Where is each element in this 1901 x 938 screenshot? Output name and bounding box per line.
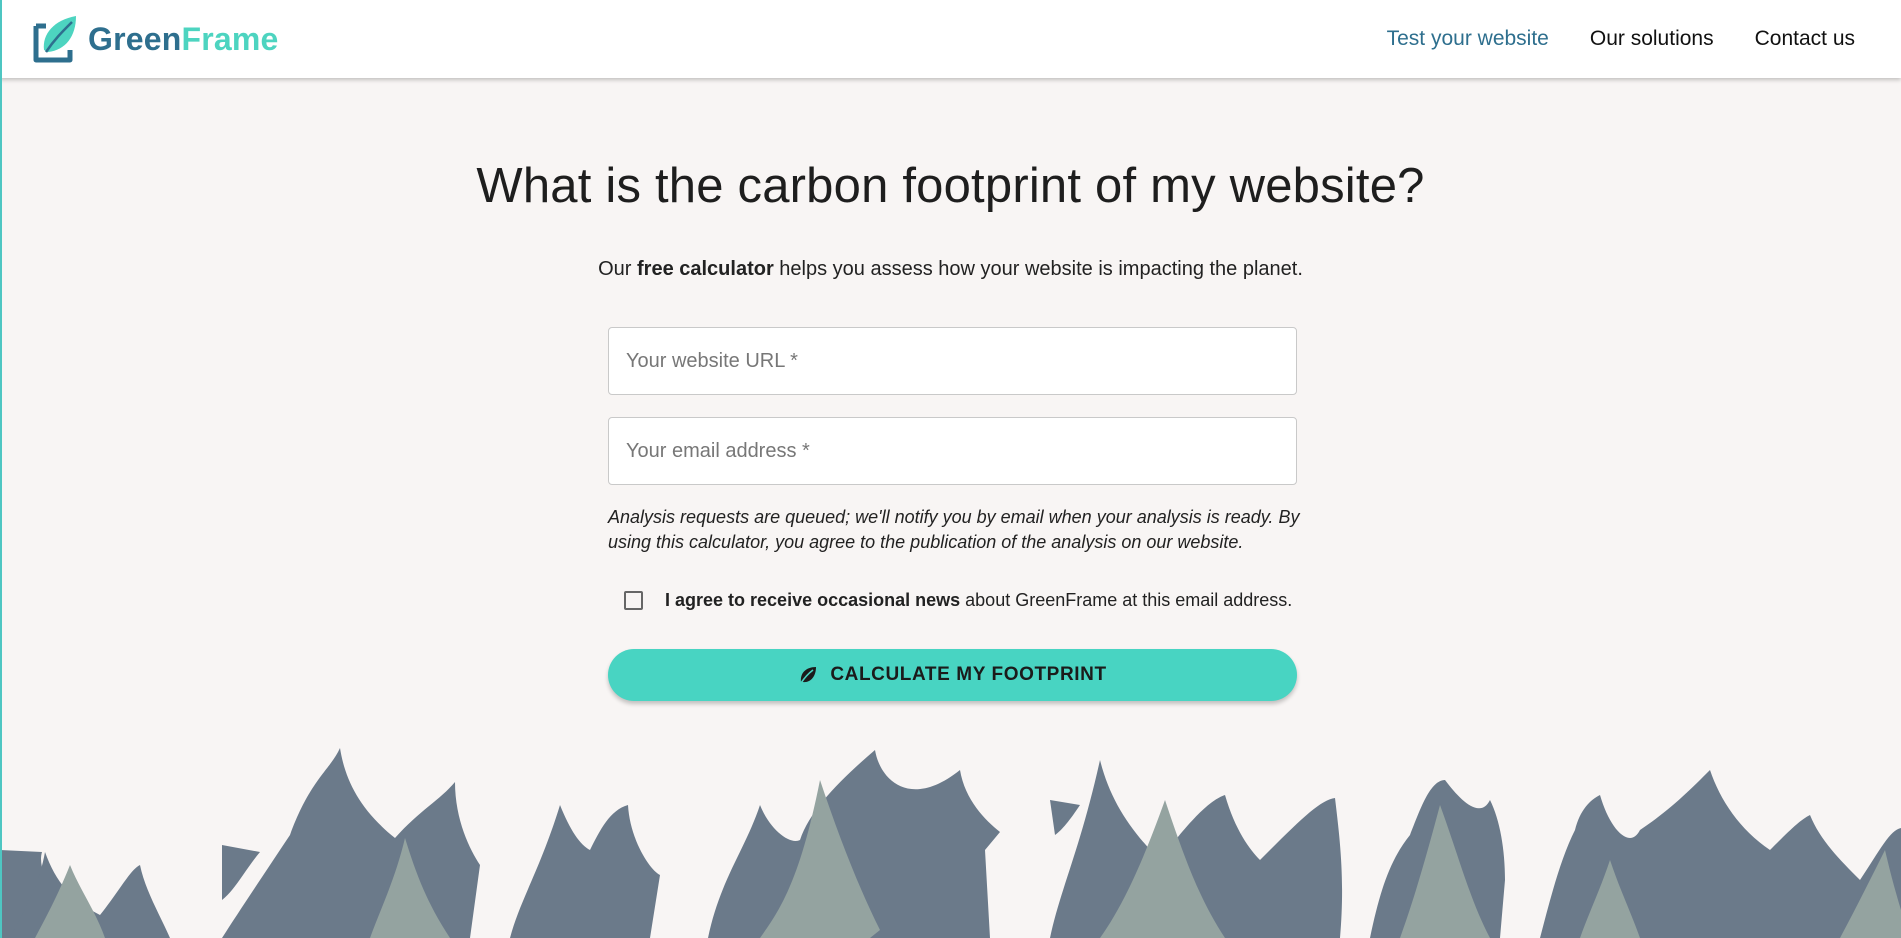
- news-consent-bold: I agree to receive occasional news: [665, 590, 961, 610]
- email-input[interactable]: [609, 418, 1296, 484]
- calculate-footprint-button[interactable]: CALCULATE MY FOOTPRINT: [608, 649, 1297, 701]
- left-edge-accent: [0, 0, 2, 938]
- logo[interactable]: GreenFrame: [32, 14, 279, 64]
- calculate-footprint-label: CALCULATE MY FOOTPRINT: [830, 664, 1107, 685]
- website-url-field: [608, 327, 1297, 395]
- news-consent-checkbox[interactable]: [624, 591, 643, 610]
- website-url-input[interactable]: [609, 328, 1296, 394]
- email-field: [608, 417, 1297, 485]
- top-navbar: GreenFrame Test your website Our solutio…: [0, 0, 1901, 78]
- leaf-icon: [800, 667, 817, 684]
- forest-illustration: [0, 748, 1901, 938]
- nav-our-solutions[interactable]: Our solutions: [1590, 27, 1714, 51]
- queue-notice: Analysis requests are queued; we'll noti…: [608, 507, 1300, 552]
- news-consent-label: I agree to receive occasional news about…: [665, 590, 1292, 611]
- nav-test-your-website[interactable]: Test your website: [1387, 27, 1549, 51]
- subtitle-emphasis: free calculator: [637, 258, 774, 280]
- news-consent-rest: about GreenFrame at this email address.: [960, 590, 1293, 610]
- news-consent: I agree to receive occasional news about…: [624, 590, 1292, 611]
- subtitle-prefix: Our: [598, 258, 637, 280]
- subtitle-suffix: helps you assess how your website is imp…: [773, 258, 1303, 280]
- subtitle: Our free calculator helps you assess how…: [0, 258, 1901, 281]
- main-nav: Test your website Our solutions Contact …: [1346, 0, 1855, 78]
- page-title: What is the carbon footprint of my websi…: [476, 159, 1425, 213]
- logo-text: GreenFrame: [88, 21, 279, 58]
- nav-contact-us[interactable]: Contact us: [1755, 27, 1855, 51]
- logo-text-frame: Frame: [181, 20, 279, 57]
- leaf-frame-icon: [33, 16, 76, 63]
- logo-text-green: Green: [88, 20, 182, 57]
